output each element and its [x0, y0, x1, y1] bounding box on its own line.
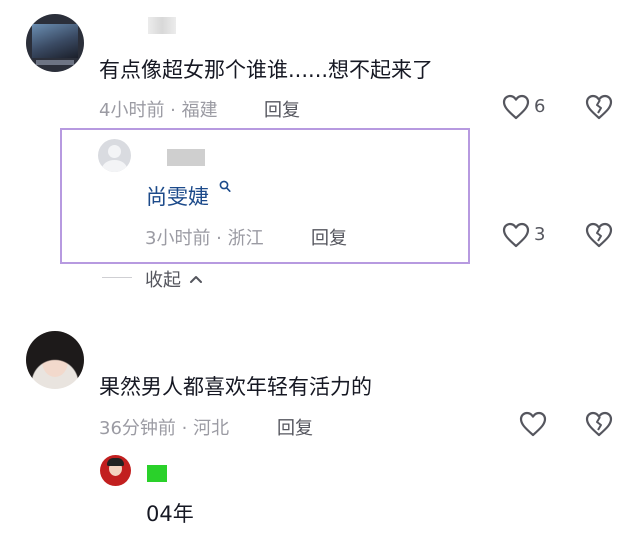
mention-link[interactable]: 尚雯婕 [146, 181, 209, 211]
comment-meta: 4小时前 · 福建 [99, 100, 218, 121]
heart-outline-icon [502, 94, 530, 120]
search-icon[interactable] [219, 180, 231, 193]
reply-author-redacted[interactable] [147, 465, 167, 482]
reply-button[interactable]: 回复 [277, 414, 313, 440]
collapse-label: 收起 [145, 270, 181, 291]
reply-meta: 3小时前 · 浙江 [145, 228, 264, 249]
heart-outline-icon [519, 411, 547, 437]
chevron-up-icon [189, 276, 202, 283]
commenter-avatar[interactable] [26, 14, 84, 72]
reply-avatar[interactable] [100, 455, 131, 486]
reply-button[interactable]: 回复 [264, 96, 300, 122]
broken-heart-icon [585, 411, 613, 437]
collapse-divider [102, 277, 132, 278]
broken-heart-icon [585, 94, 613, 120]
like-button[interactable] [502, 94, 530, 120]
like-button[interactable] [519, 411, 547, 437]
dislike-button[interactable] [585, 222, 613, 248]
reply-author-redacted[interactable] [167, 149, 205, 166]
dislike-button[interactable] [585, 411, 613, 437]
commenter-name-redacted[interactable] [148, 17, 176, 34]
dislike-button[interactable] [585, 94, 613, 120]
like-count: 3 [534, 224, 546, 245]
reply-avatar-default[interactable] [98, 139, 131, 172]
reply-text: 04年 [146, 502, 194, 526]
broken-heart-icon [585, 222, 613, 248]
collapse-button[interactable]: 收起 [145, 266, 203, 292]
like-count: 6 [534, 96, 546, 117]
reply-button[interactable]: 回复 [311, 224, 347, 250]
like-button[interactable] [502, 222, 530, 248]
commenter-avatar[interactable] [26, 331, 84, 389]
comment-text: 果然男人都喜欢年轻有活力的 [99, 375, 372, 399]
comment-meta: 36分钟前 · 河北 [99, 418, 230, 439]
comment-text: 有点像超女那个谁谁......想不起来了 [99, 58, 434, 82]
heart-outline-icon [502, 222, 530, 248]
